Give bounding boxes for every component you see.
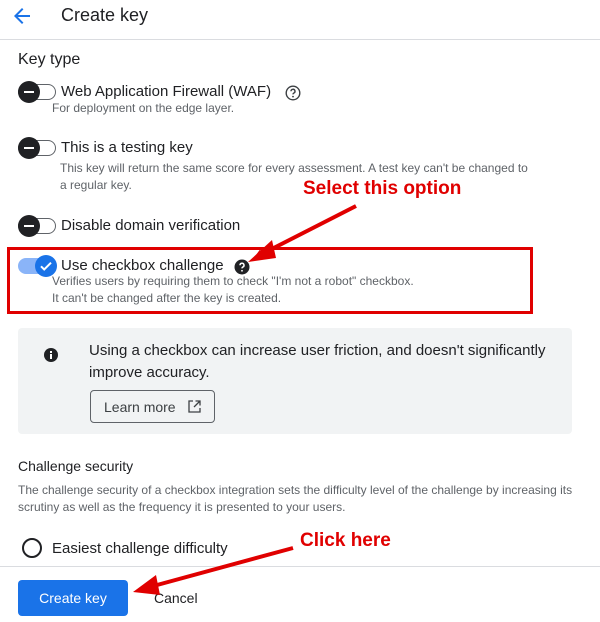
toggle-thumb [18, 215, 40, 237]
create-key-button[interactable]: Create key [18, 580, 128, 616]
key-type-title: Key type [18, 51, 81, 68]
disable-domain-verification-label: Disable domain verification [61, 217, 241, 234]
page-title: Create key [61, 5, 149, 25]
testing-key-toggle[interactable] [18, 137, 56, 159]
click-here-annotation: Click here [300, 530, 391, 551]
highlight-box [7, 247, 533, 314]
select-option-annotation: Select this option [303, 178, 462, 199]
toggle-thumb [18, 81, 40, 103]
testing-key-label: This is a testing key [61, 139, 193, 156]
waf-toggle[interactable] [18, 81, 56, 103]
testing-key-description-line2: a regular key. [60, 178, 132, 192]
testing-key-description-line1: This key will return the same score for … [60, 161, 528, 175]
challenge-security-title: Challenge security [18, 458, 134, 474]
waf-description: For deployment on the edge layer. [52, 101, 235, 115]
waf-label: Web Application Firewall (WAF) [61, 83, 272, 100]
toggle-thumb [18, 137, 40, 159]
info-text: Using a checkbox can increase user frict… [89, 342, 546, 381]
challenge-security-description: The challenge security of a checkbox int… [18, 483, 573, 514]
help-outline-icon[interactable] [285, 85, 301, 101]
disable-domain-verification-toggle[interactable] [18, 215, 56, 237]
page-header: Create key [0, 0, 600, 40]
learn-more-button[interactable]: Learn more [90, 390, 215, 423]
create-key-label: Create key [39, 590, 107, 606]
info-banner: Using a checkbox can increase user frict… [18, 328, 572, 434]
footer: Create key Cancel [0, 566, 600, 622]
cancel-button[interactable]: Cancel [148, 580, 218, 616]
easiest-difficulty-label: Easiest challenge difficulty [52, 540, 228, 557]
cancel-label: Cancel [154, 590, 198, 606]
learn-more-label: Learn more [104, 399, 176, 415]
info-icon [44, 348, 58, 362]
easiest-difficulty-radio[interactable] [22, 538, 42, 558]
open-in-new-icon [188, 400, 201, 413]
arrow-back-icon[interactable] [10, 4, 34, 28]
